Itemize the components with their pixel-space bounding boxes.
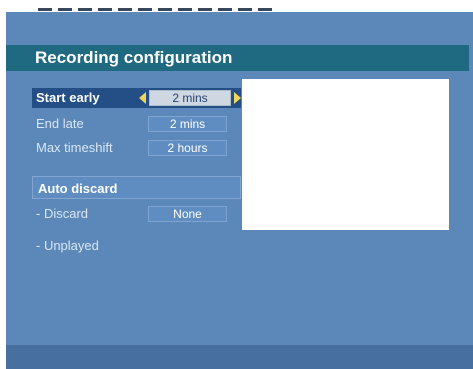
max-timeshift-value[interactable]: 2 hours bbox=[148, 140, 227, 156]
max-timeshift-row[interactable]: Max timeshift 2 hours bbox=[32, 138, 241, 158]
footer-bar bbox=[6, 345, 473, 369]
unplayed-label: - Unplayed bbox=[36, 238, 99, 253]
preview-panel bbox=[242, 79, 449, 230]
discard-label: - Discard bbox=[36, 206, 89, 221]
discard-row[interactable]: - Discard None bbox=[32, 204, 241, 224]
right-arrow-icon[interactable] bbox=[234, 92, 241, 104]
left-arrow-icon[interactable] bbox=[139, 92, 146, 104]
title-bar: Recording configuration bbox=[6, 45, 469, 71]
top-dashes bbox=[38, 8, 278, 11]
discard-value[interactable]: None bbox=[148, 206, 227, 222]
page-title: Recording configuration bbox=[35, 48, 233, 67]
end-late-value[interactable]: 2 mins bbox=[148, 116, 227, 132]
start-early-label: Start early bbox=[36, 90, 100, 105]
auto-discard-section[interactable]: Auto discard bbox=[32, 176, 241, 199]
start-early-value[interactable]: 2 mins bbox=[149, 90, 231, 106]
recording-config-screen: Recording configuration Start early 2 mi… bbox=[6, 8, 473, 369]
auto-discard-label: Auto discard bbox=[38, 181, 118, 196]
max-timeshift-label: Max timeshift bbox=[36, 140, 113, 155]
unplayed-row[interactable]: - Unplayed bbox=[32, 236, 241, 256]
end-late-row[interactable]: End late 2 mins bbox=[32, 114, 241, 134]
end-late-label: End late bbox=[36, 116, 84, 131]
start-early-row[interactable]: Start early 2 mins bbox=[32, 88, 241, 108]
